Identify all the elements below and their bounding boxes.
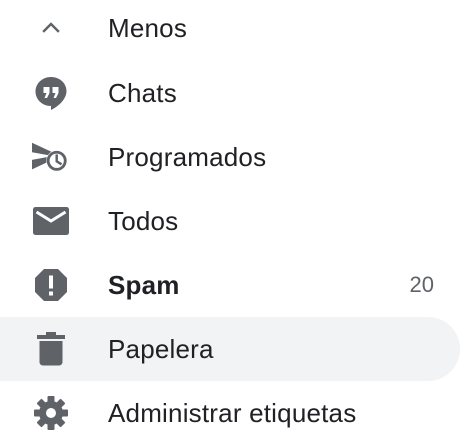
envelope-icon (32, 202, 70, 240)
sidebar-item-spam[interactable]: Spam 20 (0, 253, 460, 317)
unread-count: 20 (409, 272, 434, 297)
sidebar-item-label: Spam (108, 270, 180, 300)
sidebar-item-todos[interactable]: Todos (0, 189, 460, 253)
sidebar-item-label: Programados (108, 142, 267, 172)
sidebar-item-label: Todos (108, 206, 179, 236)
chat-bubble-icon (32, 74, 70, 112)
sidebar-nav: Menos Chats Programados Todos Spam 20 Pa… (0, 0, 466, 436)
gear-icon (32, 394, 70, 432)
trash-icon (32, 330, 70, 368)
sidebar-item-administrar-etiquetas[interactable]: Administrar etiquetas (0, 381, 460, 436)
sidebar-item-label: Chats (108, 78, 177, 108)
sidebar-item-papelera[interactable]: Papelera (0, 317, 460, 381)
sidebar-item-menos[interactable]: Menos (0, 0, 460, 60)
sidebar-item-chats[interactable]: Chats (0, 61, 460, 125)
sidebar-item-label: Papelera (108, 334, 214, 364)
spam-report-icon (32, 266, 70, 304)
sidebar-item-label: Menos (108, 13, 188, 43)
chevron-up-icon (32, 9, 70, 47)
sidebar-item-programados[interactable]: Programados (0, 125, 460, 189)
sidebar-item-label: Administrar etiquetas (108, 398, 357, 428)
scheduled-send-icon (32, 138, 70, 176)
